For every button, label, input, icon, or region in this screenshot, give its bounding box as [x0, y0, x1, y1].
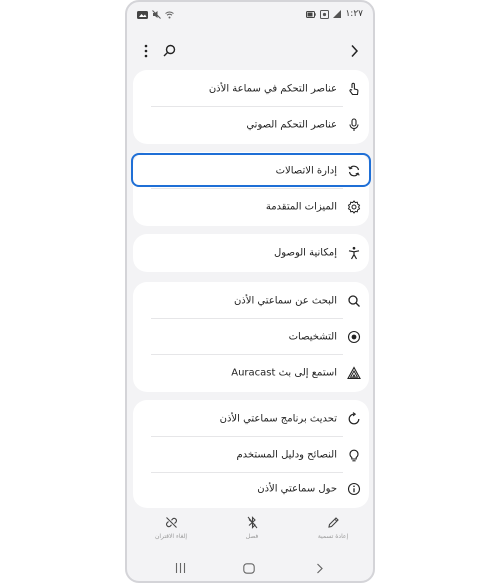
top-app-bar: [127, 38, 373, 66]
unpair-button[interactable]: إلغاء الاقتران: [141, 516, 201, 540]
accessibility-icon: [348, 246, 360, 260]
menu-item-about-earbuds[interactable]: حول سماعتي الأذن: [133, 472, 369, 506]
menu-item-software-update[interactable]: تحديث برنامج سماعتي الأذن: [133, 402, 369, 436]
bluetooth-off-icon: [247, 516, 257, 529]
focus-highlight: [131, 153, 371, 187]
rename-button[interactable]: إعادة تسمية: [303, 516, 363, 540]
unlink-icon: [165, 517, 177, 528]
menu-item-find-earbuds[interactable]: البحث عن سماعتي الأذن: [133, 284, 369, 318]
menu-item-voice-controls[interactable]: عناصر التحكم الصوتي: [133, 108, 369, 142]
home-icon[interactable]: [243, 563, 255, 574]
info-icon: [347, 482, 361, 496]
menu-item-label: تحديث برنامج سماعتي الأذن: [219, 413, 337, 425]
menu-item-earbud-controls[interactable]: عناصر التحكم في سماعة الأذن: [133, 72, 369, 106]
auracast-icon: [347, 366, 361, 380]
card-find-diagnostics: البحث عن سماعتي الأذن التشخيصات استمع إل…: [133, 282, 369, 392]
rename-label: إعادة تسمية: [317, 533, 349, 540]
divider: [151, 436, 343, 437]
touch-icon: [349, 82, 359, 96]
recent-apps-icon[interactable]: [175, 563, 186, 573]
gallery-icon: [137, 10, 148, 19]
menu-item-label: النصائح ودليل المستخدم: [236, 449, 337, 461]
settings-status-icon: [320, 9, 330, 19]
menu-item-auracast[interactable]: استمع إلى بث Auracast: [133, 356, 369, 390]
pencil-icon: [327, 517, 339, 528]
divider: [151, 188, 343, 189]
menu-item-label: البحث عن سماعتي الأذن: [233, 295, 337, 307]
unpair-label: إلغاء الاقتران: [154, 533, 188, 540]
disconnect-label: فصل: [245, 533, 259, 540]
menu-item-advanced-features[interactable]: الميزات المتقدمة: [133, 190, 369, 224]
bulb-icon: [349, 449, 359, 462]
card-update-about: تحديث برنامج سماعتي الأذن النصائح ودليل …: [133, 400, 369, 508]
chevron-right-icon[interactable]: [350, 44, 359, 58]
phone-frame: ١:٢٧ عناصر التحكم في سماعة الأذن عناصر ا…: [125, 0, 375, 583]
search-icon[interactable]: [163, 44, 176, 57]
status-time: ١:٢٧: [345, 9, 363, 19]
card-accessibility: إمكانية الوصول: [133, 234, 369, 272]
bottom-action-bar: إلغاء الاقتران فصل إعادة تسمية: [127, 516, 373, 550]
menu-item-label: عناصر التحكم الصوتي: [246, 119, 337, 131]
divider: [151, 318, 343, 319]
signal-icon: [333, 10, 342, 18]
mic-icon: [349, 118, 359, 131]
disconnect-button[interactable]: فصل: [222, 516, 282, 540]
wifi-off-icon: [165, 11, 174, 18]
status-right: ١:٢٧: [306, 9, 363, 19]
menu-item-diagnostics[interactable]: التشخيصات: [133, 320, 369, 354]
menu-item-label: إمكانية الوصول: [274, 247, 337, 259]
diagnostics-icon: [347, 330, 361, 344]
update-icon: [348, 412, 360, 425]
menu-item-label: الميزات المتقدمة: [265, 201, 337, 213]
gear-icon: [347, 200, 361, 214]
menu-item-accessibility[interactable]: إمكانية الوصول: [133, 236, 369, 270]
divider: [151, 354, 343, 355]
mute-icon: [152, 10, 161, 19]
search-icon: [348, 295, 360, 307]
battery-icon: [306, 10, 317, 18]
card-earbud-controls: عناصر التحكم في سماعة الأذن عناصر التحكم…: [133, 70, 369, 144]
divider: [151, 106, 343, 107]
status-left: [137, 10, 174, 19]
menu-item-tips-manual[interactable]: النصائح ودليل المستخدم: [133, 438, 369, 472]
more-vert-icon[interactable]: [143, 44, 149, 58]
menu-item-label: التشخيصات: [288, 331, 337, 343]
system-nav-bar: [127, 560, 373, 580]
menu-item-label: حول سماعتي الأذن: [257, 483, 337, 495]
menu-item-label: عناصر التحكم في سماعة الأذن: [208, 83, 337, 95]
status-bar: ١:٢٧: [127, 6, 373, 24]
back-icon[interactable]: [316, 563, 324, 574]
menu-item-label: استمع إلى بث Auracast: [231, 367, 337, 379]
